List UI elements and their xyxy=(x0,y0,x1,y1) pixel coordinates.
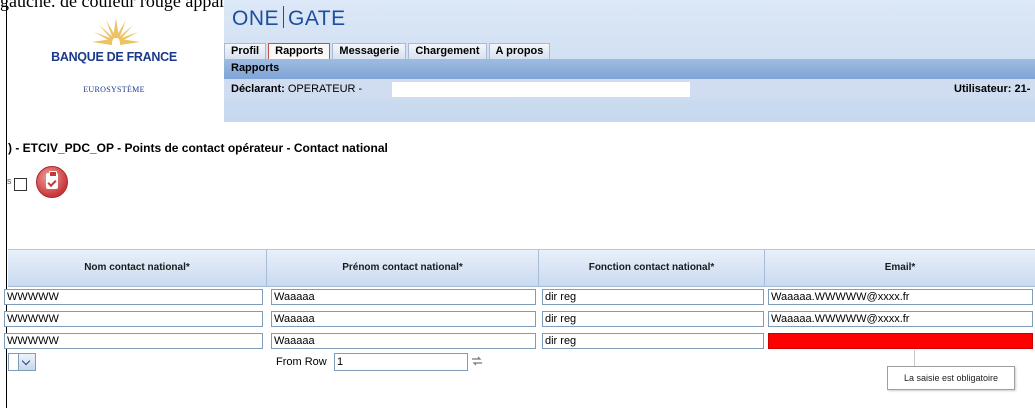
col-email[interactable]: Email* xyxy=(765,250,1035,286)
app-name-right: GATE xyxy=(288,7,346,30)
grid-header: Nom contact national* Prénom contact nat… xyxy=(8,249,1035,287)
table-row: WWWWW Waaaaa dir reg xyxy=(4,330,1035,352)
clipboard-check-icon xyxy=(46,171,58,189)
col-prenom[interactable]: Prénom contact national* xyxy=(267,250,539,286)
tab-rapports[interactable]: Rapports xyxy=(268,43,331,59)
app-header: ONE GATE Profil Rapports Messagerie Charg… xyxy=(224,0,1035,122)
declarant-label: Déclarant: xyxy=(231,83,285,95)
declarant-value: OPERATEUR - xyxy=(287,83,363,95)
nom-input[interactable]: WWWWW xyxy=(4,289,263,305)
page-title: ) - ETCIV_PDC_OP - Points de contact opé… xyxy=(8,141,388,155)
validate-clipboard-button[interactable] xyxy=(36,166,68,198)
org-subtitle: EUROSYSTÈME xyxy=(83,85,145,94)
sub-navigation: Rapports xyxy=(224,59,1035,79)
main-tabs: Profil Rapports Messagerie Chargement A … xyxy=(224,43,551,59)
col-fonction[interactable]: Fonction contact national* xyxy=(539,250,765,286)
user-info: Utilisateur: 21- xyxy=(954,83,1031,95)
app-logo-divider xyxy=(283,6,285,28)
email-input[interactable]: Waaaaa.WWWWW@xxxx.fr xyxy=(768,311,1033,327)
tab-messagerie[interactable]: Messagerie xyxy=(332,43,407,59)
select-checkbox[interactable] xyxy=(14,178,27,191)
page-size-select[interactable] xyxy=(8,353,36,371)
prenom-input[interactable]: Waaaaa xyxy=(271,333,536,349)
table-row: WWWWW Waaaaa dir reg Waaaaa.WWWWW@xxxx.f… xyxy=(4,308,1035,330)
redacted-field xyxy=(392,82,690,97)
app-logo: ONE GATE xyxy=(232,6,346,31)
checkbox-label-fragment: s xyxy=(7,176,12,186)
subnav-rapports[interactable]: Rapports xyxy=(231,62,279,74)
from-row-input[interactable]: 1 xyxy=(334,353,468,371)
declarant-info: Déclarant: OPERATEUR - xyxy=(231,83,362,95)
go-arrows-icon[interactable] xyxy=(470,355,484,367)
app-name-left: ONE xyxy=(232,7,280,30)
fonction-input[interactable]: dir reg xyxy=(542,289,764,305)
tab-a-propos[interactable]: A propos xyxy=(488,43,551,59)
grid-pager: From Row 1 xyxy=(8,350,1035,374)
prenom-input[interactable]: Waaaaa xyxy=(271,311,536,327)
from-row-label: From Row xyxy=(276,356,327,368)
prenom-input[interactable]: Waaaaa xyxy=(271,289,536,305)
col-nom[interactable]: Nom contact national* xyxy=(8,250,267,286)
nom-input[interactable]: WWWWW xyxy=(4,311,263,327)
declarant-bar: Déclarant: OPERATEUR - Utilisateur: 21- xyxy=(224,80,1035,100)
fonction-input[interactable]: dir reg xyxy=(542,333,764,349)
table-row: WWWWW Waaaaa dir reg Waaaaa.WWWWW@xxxx.f… xyxy=(4,286,1035,308)
tab-profil[interactable]: Profil xyxy=(224,43,267,59)
chevron-down-icon[interactable] xyxy=(18,354,35,370)
tab-chargement[interactable]: Chargement xyxy=(408,43,487,59)
org-name: BANQUE DE FRANCE xyxy=(51,50,177,64)
validation-tooltip: La saisie est obligatoire xyxy=(887,366,1015,390)
fonction-input[interactable]: dir reg xyxy=(542,311,764,327)
email-input[interactable]: Waaaaa.WWWWW@xxxx.fr xyxy=(768,289,1033,305)
banque-de-france-logo: BANQUE DE FRANCE EUROSYSTÈME xyxy=(14,0,214,122)
email-input-error[interactable] xyxy=(768,333,1033,349)
nom-input[interactable]: WWWWW xyxy=(4,333,263,349)
